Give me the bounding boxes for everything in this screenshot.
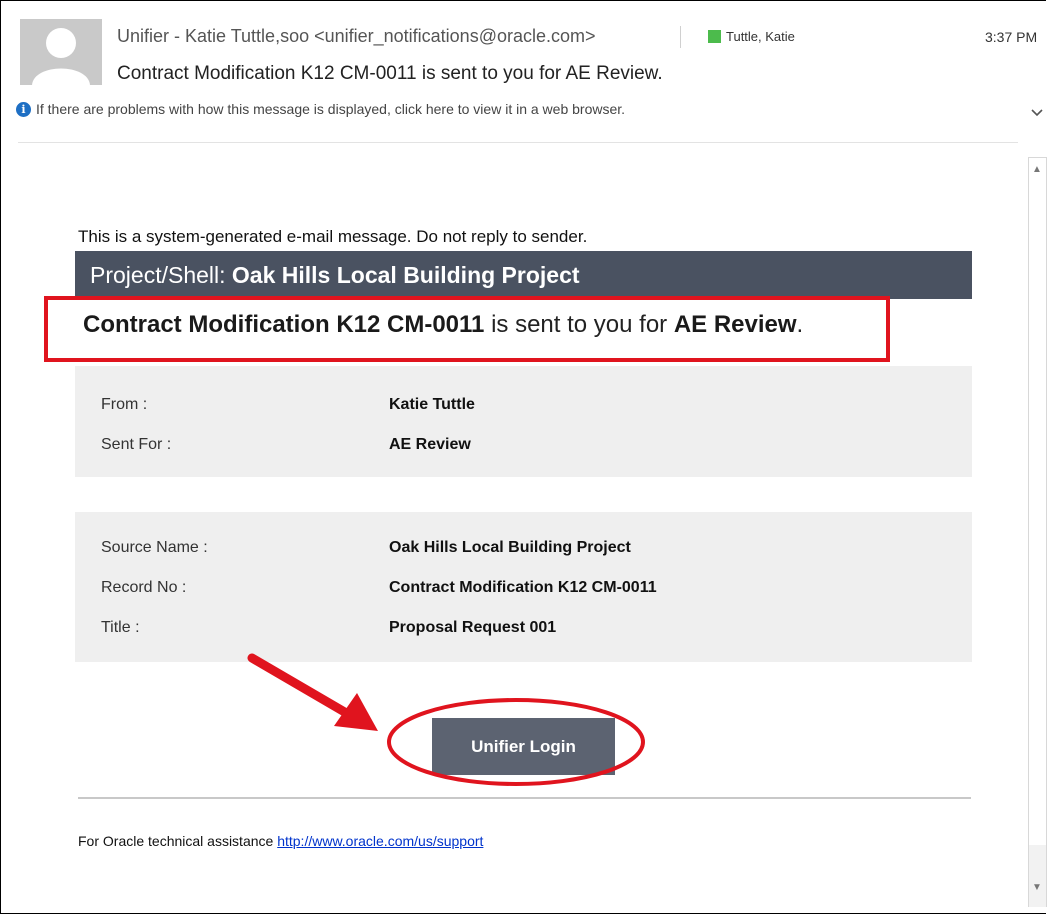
- unifier-login-button[interactable]: Unifier Login: [432, 718, 615, 775]
- avatar-placeholder-icon: [20, 19, 102, 85]
- sent-for-label: Sent For :: [101, 436, 172, 453]
- project-shell-bar: Project/Shell: Oak Hills Local Building …: [75, 251, 972, 299]
- source-name-label: Source Name :: [101, 539, 208, 556]
- chevron-down-icon[interactable]: [1030, 106, 1044, 120]
- message-scrollbar[interactable]: [1028, 157, 1047, 907]
- sender-avatar: [20, 19, 102, 85]
- sender-address[interactable]: Unifier - Katie Tuttle,soo <unifier_noti…: [117, 26, 596, 47]
- scroll-up-icon[interactable]: ▲: [1032, 164, 1042, 175]
- email-subject: Contract Modification K12 CM-0011 is sen…: [117, 63, 663, 84]
- header-separator: [18, 142, 1018, 143]
- view-in-browser-bar[interactable]: i If there are problems with how this me…: [16, 101, 625, 117]
- record-no-value: Contract Modification K12 CM-0011: [389, 579, 657, 596]
- received-time: 3:37 PM: [985, 29, 1038, 45]
- system-message: This is a system-generated e-mail messag…: [78, 227, 588, 246]
- from-label: From :: [101, 396, 148, 413]
- sent-for-value: AE Review: [389, 436, 471, 453]
- scrollbar-track-bottom: [1029, 845, 1046, 907]
- category-tag[interactable]: Tuttle, Katie: [708, 29, 795, 44]
- info-icon: i: [16, 101, 31, 117]
- highlight-box-annotation: [44, 296, 890, 362]
- sender-details-panel: From : Katie Tuttle Sent For : AE Review: [75, 366, 972, 477]
- footer: For Oracle technical assistance http://w…: [78, 833, 483, 849]
- title-label: Title :: [101, 619, 140, 636]
- scroll-down-icon[interactable]: ▼: [1032, 882, 1042, 893]
- from-value: Katie Tuttle: [389, 396, 475, 413]
- title-value: Proposal Request 001: [389, 619, 557, 636]
- oracle-support-link[interactable]: http://www.oracle.com/us/support: [277, 833, 483, 849]
- project-label: Project/Shell:: [90, 262, 232, 288]
- category-tag-label: Tuttle, Katie: [726, 29, 795, 44]
- record-details-panel: Source Name : Oak Hills Local Building P…: [75, 512, 972, 662]
- header-divider: [680, 26, 681, 48]
- view-in-browser-text: If there are problems with how this mess…: [36, 101, 626, 117]
- category-color-swatch: [708, 30, 721, 43]
- source-name-value: Oak Hills Local Building Project: [389, 539, 631, 556]
- footer-separator: [78, 797, 971, 799]
- project-name: Oak Hills Local Building Project: [231, 262, 580, 288]
- footer-text: For Oracle technical assistance: [78, 833, 278, 849]
- record-no-label: Record No :: [101, 579, 187, 596]
